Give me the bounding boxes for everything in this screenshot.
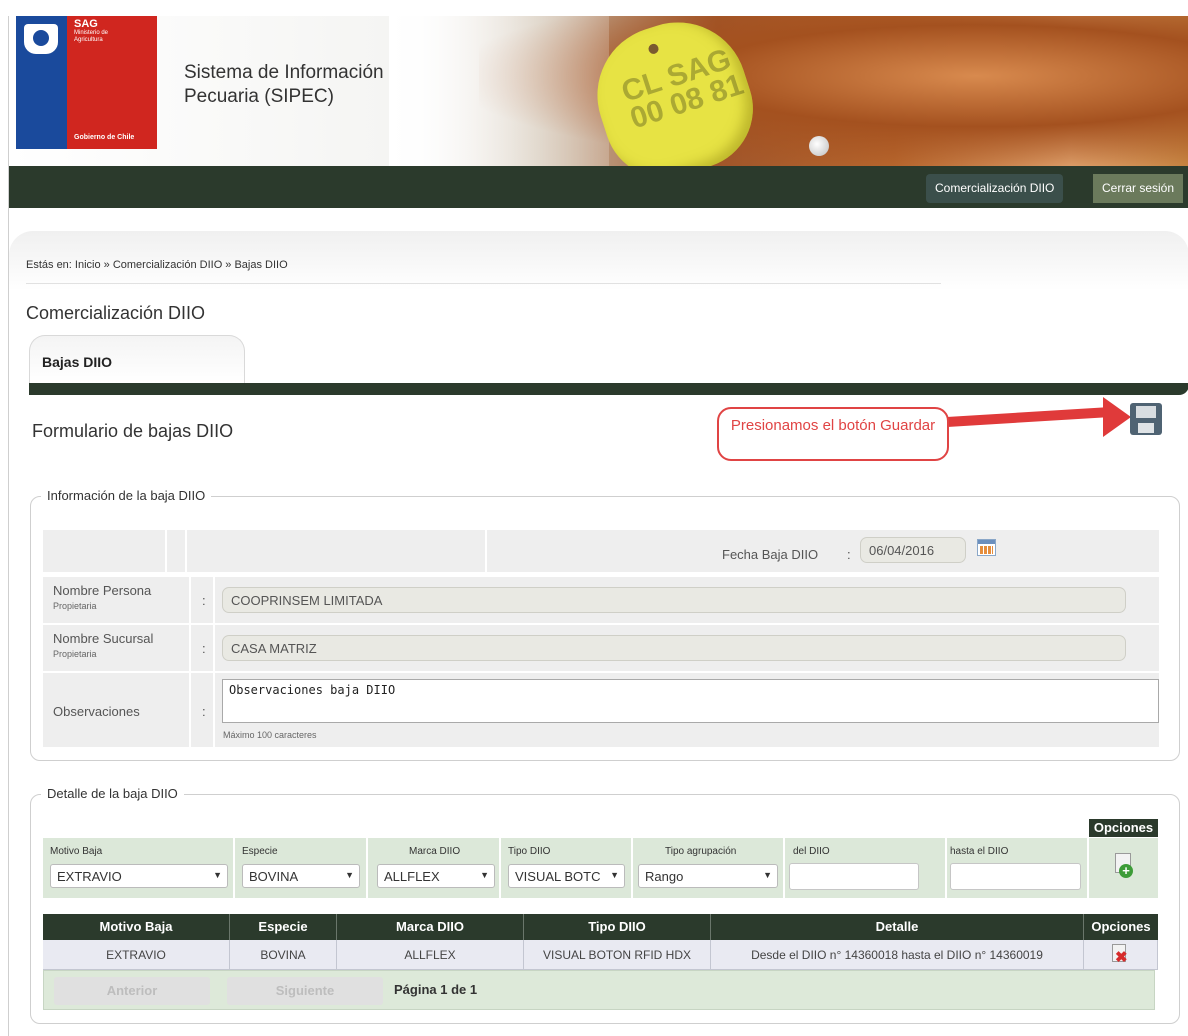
calendar-icon[interactable] bbox=[977, 539, 996, 556]
chevron-down-icon: ▼ bbox=[345, 870, 354, 880]
top-nav-bar: Comercialización DIIO Cerrar sesión bbox=[9, 166, 1188, 208]
especie-select[interactable]: BOVINA ▼ bbox=[242, 864, 360, 888]
cell-especie: BOVINA bbox=[230, 940, 337, 970]
tipo-diio-select[interactable]: VISUAL BOTC ▼ bbox=[508, 864, 625, 888]
especie-value: BOVINA bbox=[249, 869, 299, 884]
del-diio-label: del DIIO bbox=[793, 846, 830, 857]
motivo-baja-select[interactable]: EXTRAVIO ▼ bbox=[50, 864, 228, 888]
col-especie: Especie bbox=[230, 914, 337, 940]
nombre-sucursal-sublabel: Propietaria bbox=[53, 649, 97, 659]
ear-tag-text: CL SAG 00 08 81 bbox=[617, 42, 748, 136]
save-button[interactable] bbox=[1130, 403, 1162, 435]
filter-motivo-baja: Motivo Baja EXTRAVIO ▼ bbox=[43, 838, 233, 898]
breadcrumb: Estás en: Inicio » Comercialización DIIO… bbox=[26, 259, 288, 271]
tab-underline-bar bbox=[29, 383, 1188, 395]
del-diio-input[interactable] bbox=[789, 863, 919, 890]
filter-tipo-diio: Tipo DIIO VISUAL BOTC ▼ bbox=[501, 838, 631, 898]
tipo-agrupacion-label: Tipo agrupación bbox=[665, 846, 737, 857]
filter-del-diio: del DIIO bbox=[785, 838, 945, 898]
app-window: CL SAG 00 08 81 SAG Ministerio de Agricu… bbox=[8, 16, 1188, 1036]
observaciones-textarea[interactable]: Observaciones baja DIIO bbox=[222, 679, 1159, 723]
opciones-filter-header: Opciones bbox=[1089, 819, 1158, 837]
annotation-arrow-head bbox=[1103, 397, 1131, 437]
nombre-persona-sublabel: Propietaria bbox=[53, 601, 97, 611]
fecha-label: Fecha Baja DIIO bbox=[722, 547, 819, 562]
marca-diio-select[interactable]: ALLFLEX ▼ bbox=[377, 864, 495, 888]
logo-brand: SAG bbox=[74, 18, 98, 30]
detalle-fieldset: Detalle de la baja DIIO Motivo Baja EXTR… bbox=[30, 786, 1180, 1024]
logo-ministry: Ministerio de Agricultura bbox=[74, 30, 109, 43]
add-icon: + bbox=[1119, 864, 1133, 878]
detalle-legend: Detalle de la baja DIIO bbox=[41, 786, 184, 801]
especie-label: Especie bbox=[242, 846, 278, 857]
cell-marca-diio: ALLFLEX bbox=[337, 940, 524, 970]
floppy-disk-icon bbox=[1136, 406, 1156, 418]
form-title: Formulario de bajas DIIO bbox=[32, 421, 234, 441]
fecha-baja-field[interactable]: 06/04/2016 bbox=[860, 537, 966, 563]
cell-tipo-diio: VISUAL BOTON RFID HDX bbox=[524, 940, 711, 970]
hasta-diio-input[interactable] bbox=[950, 863, 1081, 890]
col-marca-diio: Marca DIIO bbox=[337, 914, 524, 940]
col-opciones: Opciones bbox=[1084, 914, 1158, 940]
pager: Anterior Siguiente Página 1 de 1 bbox=[43, 970, 1155, 1010]
cell-motivo-baja: EXTRAVIO bbox=[43, 940, 230, 970]
filter-marca-diio: Marca DIIO ALLFLEX ▼ bbox=[368, 838, 499, 898]
coat-of-arms-icon bbox=[24, 24, 58, 54]
marca-diio-value: ALLFLEX bbox=[384, 869, 440, 884]
tipo-agrupacion-select[interactable]: Rango ▼ bbox=[638, 864, 778, 888]
sag-logo[interactable]: SAG Ministerio de Agricultura Gobierno d… bbox=[16, 16, 157, 149]
col-motivo-baja: Motivo Baja bbox=[43, 914, 230, 940]
filter-especie: Especie BOVINA ▼ bbox=[235, 838, 366, 898]
chevron-down-icon: ▼ bbox=[480, 870, 489, 880]
filter-hasta-diio: hasta el DIIO bbox=[947, 838, 1087, 898]
nombre-persona-colon: : bbox=[202, 593, 206, 608]
col-tipo-diio: Tipo DIIO bbox=[524, 914, 711, 940]
section-title: Comercialización DIIO bbox=[26, 303, 206, 323]
hasta-diio-label: hasta el DIIO bbox=[950, 846, 1009, 857]
nombre-persona-label: Nombre Persona bbox=[53, 583, 152, 598]
tab-bajas-diio[interactable]: Bajas DIIO bbox=[29, 335, 245, 383]
observaciones-hint: Máximo 100 caracteres bbox=[223, 730, 317, 740]
marca-diio-label: Marca DIIO bbox=[409, 846, 461, 857]
col-detalle: Detalle bbox=[711, 914, 1084, 940]
motivo-baja-value: EXTRAVIO bbox=[57, 869, 122, 884]
logout-button[interactable]: Cerrar sesión bbox=[1093, 174, 1184, 203]
tipo-diio-label: Tipo DIIO bbox=[508, 846, 551, 857]
cell-detalle: Desde el DIIO n° 14360018 hasta el DIIO … bbox=[711, 940, 1084, 970]
logo-government: Gobierno de Chile bbox=[74, 134, 135, 141]
filter-tipo-agrupacion: Tipo agrupación Rango ▼ bbox=[633, 838, 783, 898]
info-fieldset: Información de la baja DIIO Fecha Baja D… bbox=[30, 488, 1180, 761]
prev-page-button[interactable]: Anterior bbox=[54, 977, 210, 1005]
main-content: Estás en: Inicio » Comercialización DIIO… bbox=[9, 231, 1188, 1036]
nombre-sucursal-field[interactable]: CASA MATRIZ bbox=[222, 635, 1126, 661]
chevron-down-icon: ▼ bbox=[763, 870, 772, 880]
cell-opciones: ✖ bbox=[1084, 940, 1158, 970]
delete-icon: ✖ bbox=[1115, 949, 1128, 966]
filter-opciones: + bbox=[1089, 838, 1158, 898]
site-header: CL SAG 00 08 81 SAG Ministerio de Agricu… bbox=[9, 16, 1188, 166]
info-legend: Información de la baja DIIO bbox=[41, 488, 212, 503]
fecha-colon: : bbox=[847, 547, 851, 562]
motivo-baja-label: Motivo Baja bbox=[50, 846, 103, 857]
annotation-callout: Presionamos el botón Guardar bbox=[717, 407, 949, 461]
next-page-button[interactable]: Siguiente bbox=[227, 977, 383, 1005]
page-info: Página 1 de 1 bbox=[394, 982, 478, 997]
app-title: Sistema de Información Pecuaria (SIPEC) bbox=[184, 62, 384, 107]
tipo-agrupacion-value: Rango bbox=[645, 869, 684, 884]
annotation-arrow bbox=[946, 407, 1108, 427]
observaciones-colon: : bbox=[202, 704, 206, 719]
delete-row-button[interactable]: ✖ bbox=[1110, 944, 1130, 966]
nav-comercializacion-diio[interactable]: Comercialización DIIO bbox=[926, 174, 1064, 203]
tipo-diio-value: VISUAL BOTC bbox=[515, 869, 601, 884]
ear-button-image bbox=[809, 136, 829, 156]
nombre-sucursal-label: Nombre Sucursal bbox=[53, 631, 154, 646]
chevron-down-icon: ▼ bbox=[610, 870, 619, 880]
nombre-sucursal-colon: : bbox=[202, 641, 206, 656]
observaciones-label: Observaciones bbox=[53, 704, 140, 719]
breadcrumb-divider bbox=[26, 283, 941, 284]
add-detail-button[interactable]: + bbox=[1113, 853, 1135, 879]
chevron-down-icon: ▼ bbox=[213, 870, 222, 880]
nombre-persona-field[interactable]: COOPRINSEM LIMITADA bbox=[222, 587, 1126, 613]
